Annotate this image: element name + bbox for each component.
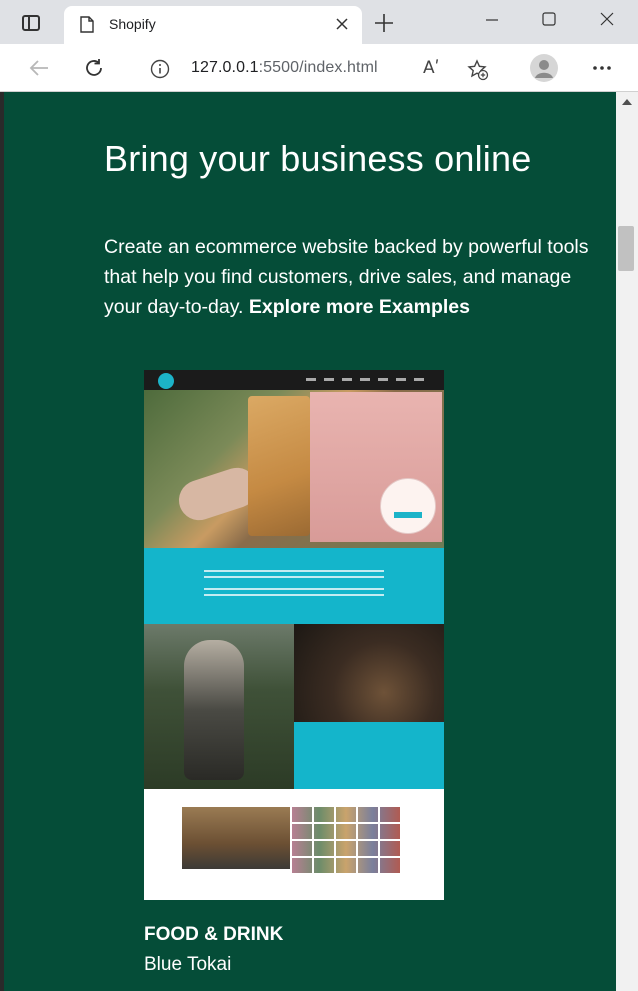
browser-tab[interactable]: Shopify <box>64 6 362 44</box>
page-viewport: Bring your business online Create an eco… <box>4 92 616 991</box>
example-shot-badge-button <box>394 512 422 518</box>
example-shot-text-line <box>204 594 384 596</box>
window-close-icon[interactable] <box>596 10 618 30</box>
scroll-up-arrow-icon[interactable] <box>622 99 632 105</box>
browser-titlebar: Shopify <box>0 0 638 44</box>
reload-icon[interactable] <box>83 57 105 79</box>
example-shot-logo <box>158 373 174 389</box>
maximize-icon[interactable] <box>538 10 560 30</box>
page-scrollbar[interactable] <box>616 92 638 991</box>
example-shot-text-line <box>204 588 384 590</box>
hero-title: Bring your business online <box>104 138 532 179</box>
example-shot-navbar <box>144 370 444 390</box>
read-aloud-icon[interactable]: Aʹ <box>423 58 439 78</box>
url-path: :5500/index.html <box>258 59 378 76</box>
example-shot-person <box>184 640 244 780</box>
example-shot-text-line <box>204 576 384 578</box>
example-shot-text-line <box>204 570 384 572</box>
example-shot-beans-photo <box>294 624 444 722</box>
example-category: FOOD & DRINK <box>144 924 284 945</box>
info-icon[interactable] <box>150 59 170 79</box>
back-arrow-icon[interactable] <box>28 57 50 79</box>
example-shot-photo-grid <box>292 807 400 873</box>
tab-title: Shopify <box>109 16 156 32</box>
explore-examples-link[interactable]: Explore more Examples <box>249 296 470 318</box>
example-shot-navlinks <box>306 378 426 381</box>
scrollbar-thumb[interactable] <box>618 226 634 271</box>
example-screenshot[interactable] <box>144 370 444 900</box>
close-icon[interactable] <box>334 16 350 32</box>
example-shot-cyan-panel <box>294 722 444 789</box>
address-bar[interactable]: 127.0.0.1:5500/index.html Aʹ <box>130 50 506 86</box>
sidebar-toggle-icon[interactable] <box>22 15 40 31</box>
example-name[interactable]: Blue Tokai <box>144 954 231 976</box>
example-shot-coffee-bag <box>248 396 310 536</box>
page-icon <box>80 16 94 33</box>
favorites-add-icon[interactable] <box>467 59 489 81</box>
profile-icon[interactable] <box>530 54 558 82</box>
example-shot-video <box>182 807 290 869</box>
example-shot-cyan-band <box>144 548 444 624</box>
more-icon[interactable] <box>592 65 612 71</box>
url-text[interactable]: 127.0.0.1:5500/index.html <box>191 59 378 77</box>
url-host: 127.0.0.1 <box>191 59 259 76</box>
minimize-icon[interactable] <box>481 10 503 30</box>
example-shot-badge <box>380 478 436 534</box>
browser-toolbar: 127.0.0.1:5500/index.html Aʹ <box>0 44 638 92</box>
hero-description: Create an ecommerce website backed by po… <box>104 232 604 322</box>
plus-icon[interactable] <box>374 13 394 33</box>
